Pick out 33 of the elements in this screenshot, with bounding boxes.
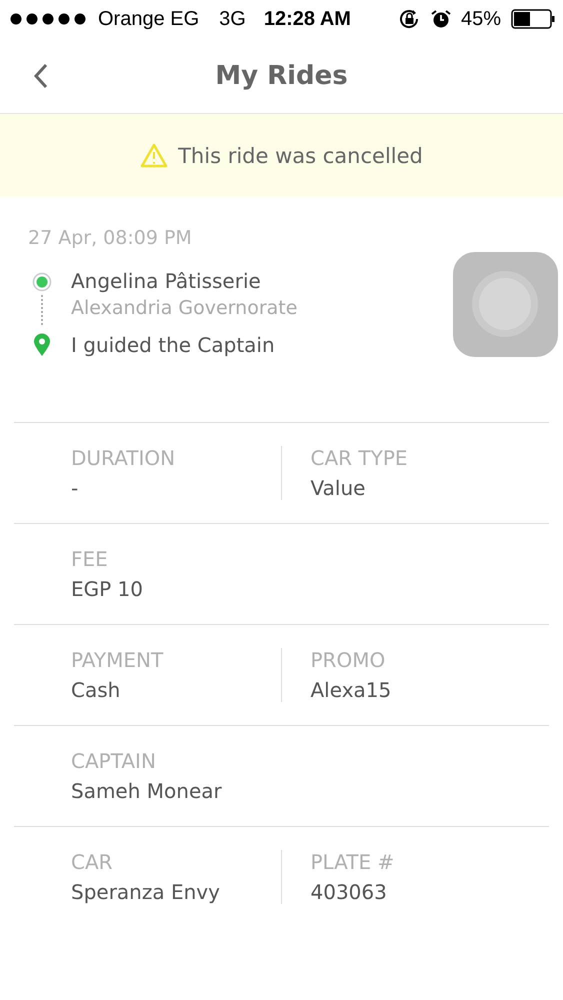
screen-title: My Rides — [215, 60, 348, 90]
detail-label: CAR TYPE — [310, 446, 409, 470]
detail-value: Cash — [71, 678, 122, 702]
clock-time: 12:28 AM — [264, 8, 351, 30]
detail-value: EGP 10 — [71, 577, 144, 601]
dropoff-name: I guided the Captain — [71, 333, 275, 357]
banner-text: This ride was cancelled — [178, 144, 423, 168]
ride-date: 27 Apr, 08:09 PM — [28, 227, 193, 249]
pickup-name: Angelina Pâtisserie — [71, 269, 261, 293]
detail-label: CAR — [71, 850, 114, 874]
pickup-dot-icon — [32, 272, 52, 292]
route-line — [41, 295, 43, 327]
battery-icon — [511, 9, 555, 29]
detail-label: FEE — [71, 547, 109, 571]
battery-percent: 45% — [460, 8, 501, 30]
network-type: 3G — [219, 8, 246, 30]
detail-label: CAPTAIN — [71, 749, 157, 773]
warning-icon — [140, 142, 168, 168]
detail-label: PROMO — [310, 648, 386, 672]
pickup-area: Alexandria Governorate — [71, 297, 563, 319]
detail-value: Value — [310, 476, 366, 500]
location-pin-icon — [33, 333, 51, 357]
detail-label: PAYMENT — [71, 648, 164, 672]
alarm-icon — [430, 9, 451, 29]
detail-value: Sameh Monear — [71, 779, 223, 803]
detail-label: DURATION — [71, 446, 176, 470]
detail-value: 403063 — [310, 880, 388, 904]
rotation-lock-icon — [398, 9, 421, 29]
carrier-name: Orange EG — [98, 8, 200, 30]
detail-value: - — [71, 476, 80, 500]
detail-value: Alexa15 — [310, 678, 392, 702]
detail-label: PLATE # — [310, 850, 396, 874]
detail-value: Speranza Envy — [71, 880, 221, 904]
